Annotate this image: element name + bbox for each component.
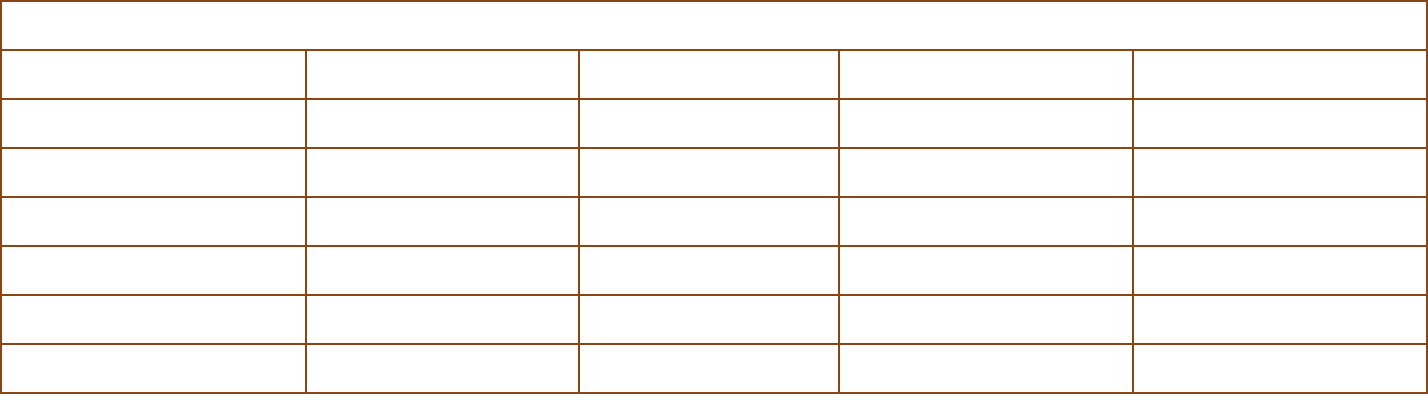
- table-cell: [838, 98, 1134, 149]
- table-cell: [0, 245, 307, 296]
- table-cell: [838, 245, 1134, 296]
- table-cell: [0, 49, 307, 100]
- table-cell: [578, 245, 840, 296]
- table-cell: [305, 245, 580, 296]
- table-cell: [578, 343, 840, 394]
- table-cell: [305, 196, 580, 247]
- table-cell: [838, 49, 1134, 100]
- table-cell: [578, 49, 840, 100]
- table-cell: [1131, 98, 1428, 149]
- table-cell: [578, 147, 840, 198]
- table-cell: [1131, 196, 1428, 247]
- table-cell: [0, 147, 307, 198]
- table-row: [0, 98, 1428, 149]
- table-cell: [1131, 343, 1428, 394]
- table-cell: [838, 294, 1134, 345]
- table-cell: [838, 343, 1134, 394]
- table-row: [0, 343, 1428, 394]
- table-row: [0, 294, 1428, 345]
- table-cell: [0, 98, 307, 149]
- table-header-cell: [0, 0, 1428, 51]
- table-row: [0, 147, 1428, 198]
- table-cell: [305, 343, 580, 394]
- table-header-row: [0, 0, 1428, 51]
- table-cell: [1131, 49, 1428, 100]
- table-cell: [0, 294, 307, 345]
- table-cell: [305, 294, 580, 345]
- table-cell: [0, 196, 307, 247]
- table-cell: [1131, 245, 1428, 296]
- table-cell: [305, 49, 580, 100]
- table-cell: [578, 98, 840, 149]
- table-row: [0, 245, 1428, 296]
- table-row: [0, 196, 1428, 247]
- table-cell: [578, 294, 840, 345]
- table-cell: [578, 196, 840, 247]
- table-cell: [838, 196, 1134, 247]
- table-body: [0, 0, 1428, 394]
- table-row: [0, 49, 1428, 100]
- table-cell: [305, 98, 580, 149]
- table-cell: [0, 343, 307, 394]
- empty-grid-table: [0, 0, 1428, 394]
- table-cell: [305, 147, 580, 198]
- table-cell: [1131, 147, 1428, 198]
- table-cell: [1131, 294, 1428, 345]
- table-cell: [838, 147, 1134, 198]
